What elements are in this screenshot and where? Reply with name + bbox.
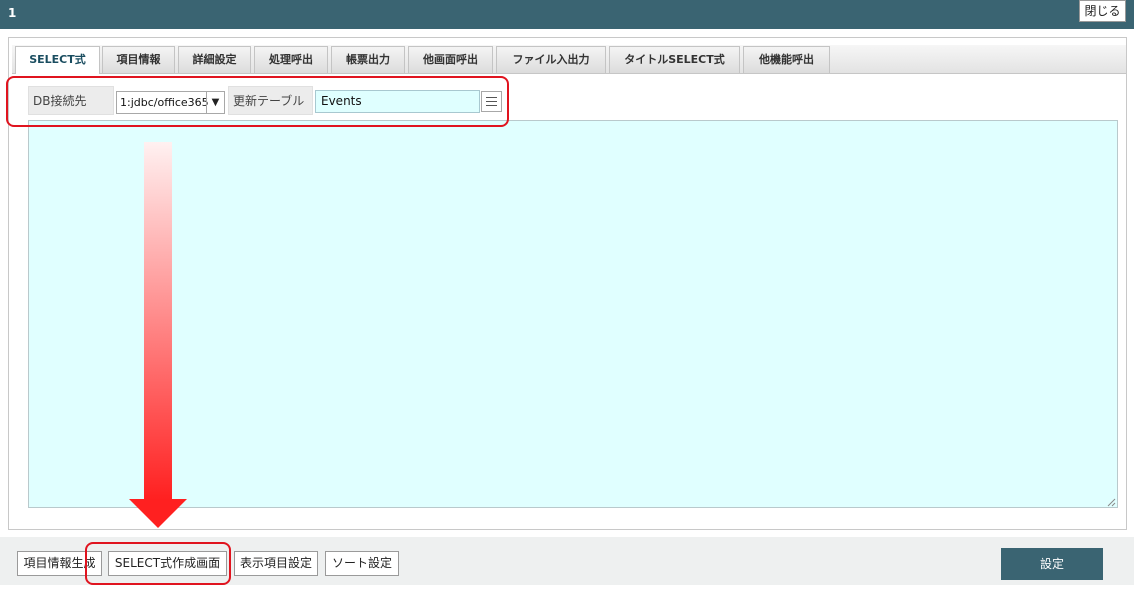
tab-report-output[interactable]: 帳票出力 (331, 46, 405, 73)
tab-title-select-expression[interactable]: タイトルSELECT式 (609, 46, 740, 73)
tab-other-function-call[interactable]: 他機能呼出 (743, 46, 830, 73)
tab-select-expression[interactable]: SELECT式 (15, 46, 100, 74)
annotation-arrow-shaft (144, 142, 172, 500)
annotation-arrow-head (129, 499, 187, 528)
select-expression-textarea[interactable] (28, 120, 1118, 508)
tab-item-info[interactable]: 項目情報 (102, 46, 175, 73)
window-title: 1 (8, 6, 17, 20)
tab-process-call[interactable]: 処理呼出 (254, 46, 328, 73)
sort-settings-button[interactable]: ソート設定 (325, 551, 399, 576)
set-button[interactable]: 設定 (1001, 548, 1103, 580)
tab-file-io[interactable]: ファイル入出力 (496, 46, 606, 73)
close-button[interactable]: 閉じる (1079, 0, 1126, 22)
tab-other-screen-call[interactable]: 他画面呼出 (408, 46, 493, 73)
annotation-highlight-select-builder (85, 542, 231, 585)
annotation-highlight-db-row (6, 76, 509, 127)
tab-detail-settings[interactable]: 詳細設定 (178, 46, 251, 73)
display-item-settings-button[interactable]: 表示項目設定 (234, 551, 318, 576)
resize-grip-icon[interactable] (1106, 496, 1116, 507)
title-bar: 1 (0, 0, 1134, 29)
